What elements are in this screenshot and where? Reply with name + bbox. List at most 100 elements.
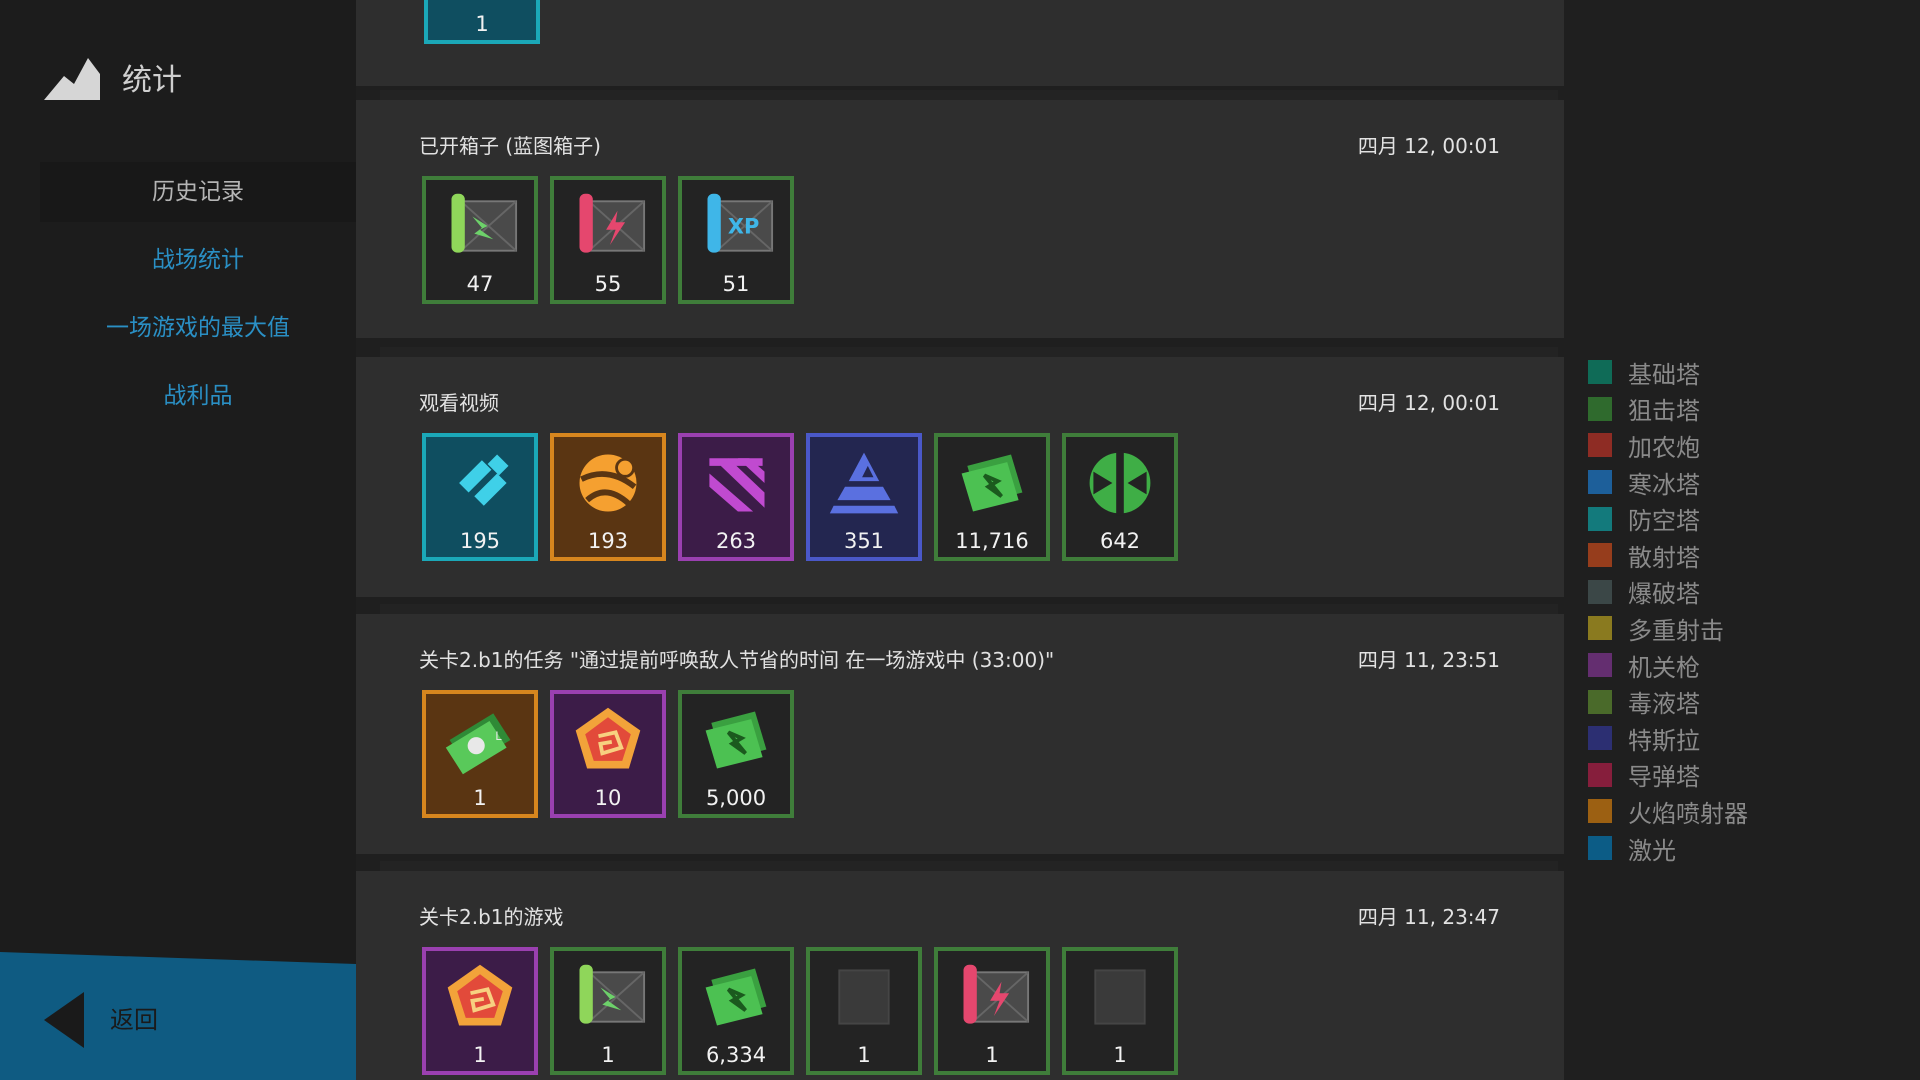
legend-label: 加农炮 <box>1628 433 1700 462</box>
tower-legend: 基础塔狙击塔加农炮寒冰塔防空塔散射塔爆破塔 多重射击机关枪毒液塔特斯拉导弹塔火焰喷… <box>1588 354 1748 866</box>
legend-item: 特斯拉 <box>1588 720 1748 757</box>
history-entry-partial: 1 <box>356 0 1564 86</box>
stats-mountain-icon <box>44 58 100 100</box>
reward-tile: 263 <box>678 433 794 561</box>
nav-history[interactable]: 历史记录 <box>40 162 356 222</box>
nav-max-per-game[interactable]: 一场游戏的最大值 <box>40 298 356 358</box>
legend-swatch <box>1588 836 1612 861</box>
entry-title: 观看视频 <box>419 391 499 415</box>
legend-swatch <box>1588 396 1612 421</box>
legend-label: 基础塔 <box>1628 360 1700 389</box>
reward-tile: 6,334 <box>678 947 794 1075</box>
dark-card-icon <box>838 969 890 1025</box>
legend-swatch <box>1588 433 1612 458</box>
legend-label: 导弹塔 <box>1628 763 1700 792</box>
reward-count: 1 <box>857 1043 871 1067</box>
reward-count: 5,000 <box>705 786 767 810</box>
legend-item: 基础塔 <box>1588 354 1748 391</box>
reward-tile: 10 <box>550 690 666 818</box>
legend-swatch <box>1588 653 1612 678</box>
history-entry: 关卡2.b1的游戏 四月 11, 23:47 1 1 6,334 1 1 1 <box>356 861 1564 1080</box>
sidebar: 统计 历史记录 战场统计 一场游戏的最大值 战利品 返回 <box>0 0 356 1080</box>
cyan-resource-icon <box>459 454 509 506</box>
legend-item: 狙击塔 <box>1588 391 1748 428</box>
reward-count: 47 <box>466 272 494 296</box>
reward-tile: 5,000 <box>678 690 794 818</box>
purple-resource-icon <box>709 458 765 512</box>
legend-label: 防空塔 <box>1628 507 1700 536</box>
reward-tile: XP 51 <box>678 176 794 304</box>
legend-label: 爆破塔 <box>1628 580 1700 609</box>
entry-title: 关卡2.b1的任务 "通过提前呼唤敌人节省的时间 在一场游戏中 (33:00)" <box>419 648 1055 672</box>
reward-count: 193 <box>587 529 629 553</box>
reward-count: 55 <box>594 272 622 296</box>
reward-tile: 47 <box>422 176 538 304</box>
indigo-resource-icon <box>829 452 899 514</box>
legend-item: 散射塔 <box>1588 537 1748 574</box>
reward-tile: 351 <box>806 433 922 561</box>
legend-swatch <box>1588 616 1612 641</box>
legend-item: 导弹塔 <box>1588 757 1748 794</box>
legend-item: 加农炮 <box>1588 427 1748 464</box>
legend-item: 火焰喷射器 <box>1588 793 1748 830</box>
legend-swatch <box>1588 762 1612 787</box>
reward-tile: 1 <box>806 947 922 1075</box>
reward-tile: 193 <box>550 433 666 561</box>
reward-tile: 1 <box>934 947 1050 1075</box>
orange-resource-icon <box>579 454 637 512</box>
history-entry: 已开箱子 (蓝图箱子) 四月 12, 00:01 47 55 XP 51 <box>356 90 1564 338</box>
reward-tile: 642 <box>1062 433 1178 561</box>
reward-count: 263 <box>715 529 757 553</box>
legend-label: 寒冰塔 <box>1628 470 1700 499</box>
legend-label: 激光 <box>1628 836 1676 865</box>
legend-label: 火焰喷射器 <box>1628 799 1748 828</box>
green-ticket-icon: L <box>445 713 511 775</box>
legend-swatch <box>1588 470 1612 495</box>
legend-label: 特斯拉 <box>1628 726 1700 755</box>
legend-swatch <box>1588 689 1612 714</box>
legend-swatch <box>1588 799 1612 824</box>
reward-count: 195 <box>459 529 501 553</box>
green-bills-icon <box>705 968 767 1026</box>
reward-count: 11,716 <box>955 529 1029 553</box>
reward-tile: 55 <box>550 176 666 304</box>
pentagon-token-icon <box>575 707 641 769</box>
legend-item: 机关枪 <box>1588 647 1748 684</box>
reward-tiles: 47 55 XP 51 <box>422 176 806 304</box>
reward-count: 1 <box>985 1043 999 1067</box>
legend-label: 毒液塔 <box>1628 690 1700 719</box>
legend-label: 机关枪 <box>1628 653 1700 682</box>
dark-card-icon <box>1094 969 1146 1025</box>
nav-loot[interactable]: 战利品 <box>40 366 356 426</box>
svg-text:XP: XP <box>728 215 759 239</box>
reward-tiles: L 1 10 5,000 <box>422 690 806 818</box>
green-blueprint-icon <box>579 964 646 1024</box>
legend-item: 多重射击 <box>1588 610 1748 647</box>
entry-date: 四月 12, 00:01 <box>1357 391 1500 415</box>
back-button[interactable]: 返回 <box>0 952 356 1080</box>
green-scalar-icon <box>1089 450 1151 516</box>
reward-tiles: 1 1 6,334 1 1 1 <box>422 947 1190 1075</box>
sidebar-header: 统计 <box>44 54 182 100</box>
reward-tiles: 195 193 263 351 11,716 642 <box>422 433 1190 561</box>
pink-blueprint-icon <box>963 964 1030 1024</box>
reward-tile: L1 <box>422 690 538 818</box>
reward-tile: 1 <box>1062 947 1178 1075</box>
reward-count: 1 <box>601 1043 615 1067</box>
reward-tile: 11,716 <box>934 433 1050 561</box>
history-entry: 关卡2.b1的任务 "通过提前呼唤敌人节省的时间 在一场游戏中 (33:00)"… <box>356 604 1564 854</box>
legend-label: 狙击塔 <box>1628 397 1700 426</box>
reward-count: 1 <box>475 12 489 36</box>
nav-battle-stats[interactable]: 战场统计 <box>40 230 356 290</box>
history-feed[interactable]: 1 已开箱子 (蓝图箱子) 四月 12, 00:01 47 55 XP 51 观看视频… <box>356 0 1566 1080</box>
legend-item: 爆破塔 <box>1588 574 1748 611</box>
history-entry: 观看视频 四月 12, 00:01 195 193 263 351 11,716 642 <box>356 347 1564 597</box>
back-arrow-icon <box>44 992 84 1048</box>
legend-label: 散射塔 <box>1628 543 1700 572</box>
back-button-label: 返回 <box>110 1006 158 1034</box>
legend-swatch <box>1588 506 1612 531</box>
green-bills-icon <box>961 454 1023 512</box>
legend-swatch <box>1588 726 1612 751</box>
entry-title: 已开箱子 (蓝图箱子) <box>419 134 601 158</box>
reward-count: 1 <box>473 1043 487 1067</box>
